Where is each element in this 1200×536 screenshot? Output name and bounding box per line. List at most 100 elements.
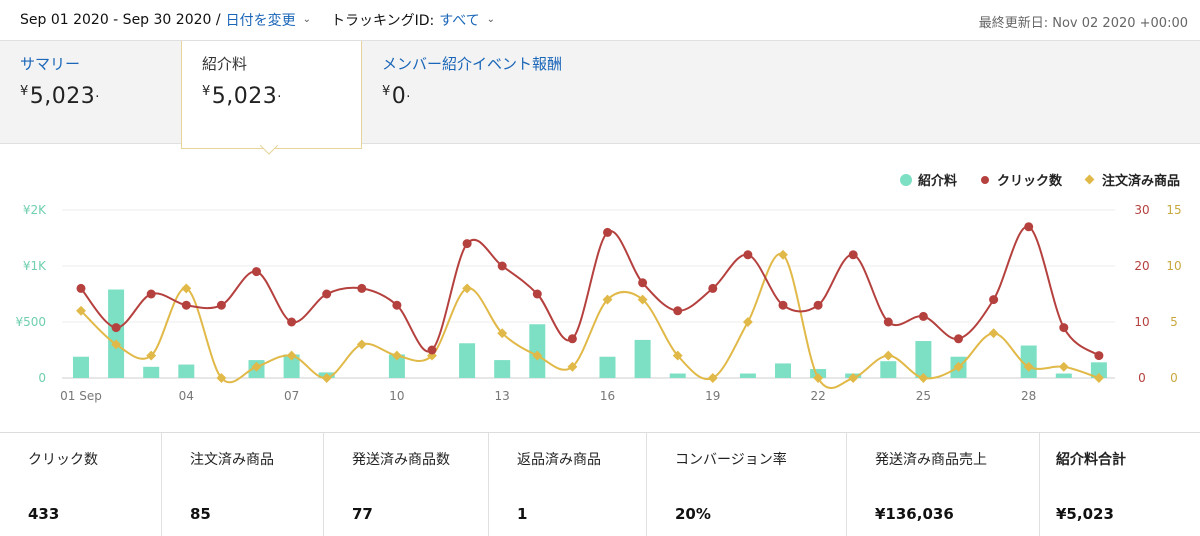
stats-footer: クリック数 433 注文済み商品 85 発送済み商品数 77 返品済み商品 1 … [0, 432, 1200, 536]
tracking-id-label: トラッキングID: [330, 13, 435, 29]
stat-value: 77 [352, 505, 373, 523]
stat-label: コンバージョン率 [675, 452, 787, 468]
clicks-point [287, 317, 297, 327]
tab-summary-value: ¥5,023· [20, 84, 100, 109]
x-axis-tick: 04 [179, 389, 194, 403]
y-axis-clicks-tick: 10 [1134, 315, 1149, 329]
stat-returned-items: 返品済み商品 1 [489, 433, 647, 536]
clicks-point [111, 323, 121, 333]
clicks-point [497, 261, 507, 271]
clicks-point [638, 278, 648, 288]
x-axis-tick: 07 [284, 389, 299, 403]
referral-fee-bar [178, 364, 195, 378]
stat-shipped-revenue: 発送済み商品売上 ¥136,036 [847, 433, 1040, 536]
x-axis-tick: 28 [1021, 389, 1036, 403]
ordered-items-line [80, 252, 1100, 389]
ordered-items-point [742, 317, 753, 327]
tab-summary[interactable]: サマリー ¥5,023· [0, 41, 180, 145]
clicks-point [673, 306, 683, 316]
clicks-point [252, 267, 261, 277]
referral-fee-bar [880, 361, 897, 378]
clicks-point [462, 239, 472, 249]
clicks-point [989, 295, 999, 305]
chevron-down-icon[interactable]: ⌄ [303, 14, 311, 25]
referral-fee-bar [108, 289, 125, 378]
ordered-items-point [356, 339, 367, 350]
y-axis-left-tick: ¥500 [15, 315, 46, 329]
tab-member-referral-bonus-value: ¥0· [382, 84, 411, 109]
clicks-point [567, 334, 577, 344]
referral-fee-bar [634, 339, 651, 378]
clicks-point [357, 283, 367, 293]
y-axis-clicks-tick: 30 [1134, 203, 1149, 217]
clicks-point [76, 283, 86, 293]
stat-value: ¥5,023 [1056, 505, 1114, 523]
clicks-point [848, 250, 858, 260]
stat-label: 発送済み商品売上 [875, 452, 987, 468]
stat-conversion-rate: コンバージョン率 20% [647, 433, 847, 536]
clicks-point [1094, 351, 1104, 361]
tab-member-referral-bonus-label: メンバー紹介イベント報酬 [382, 55, 563, 73]
tab-member-referral-bonus[interactable]: メンバー紹介イベント報酬 ¥0· [362, 41, 622, 145]
earnings-tabs: サマリー ¥5,023· 紹介料 ¥5,023· メンバー紹介イベント報酬 ¥0… [0, 40, 1200, 149]
top-bar: Sep 01 2020 - Sep 30 2020 / 日付を変更 ⌄ トラッキ… [0, 0, 1200, 40]
x-axis-tick: 19 [705, 389, 720, 403]
y-axis-left-tick: ¥1K [23, 259, 47, 273]
clicks-point [1059, 323, 1069, 333]
y-axis-clicks-tick: 20 [1134, 259, 1149, 273]
stat-value: 1 [517, 505, 528, 523]
change-date-link[interactable]: 日付を変更 [226, 10, 296, 30]
clicks-point [392, 300, 402, 310]
clicks-point [532, 289, 542, 299]
clicks-point [181, 300, 191, 310]
referral-fee-bar [494, 360, 511, 378]
clicks-point [918, 311, 928, 321]
y-axis-orders-tick: 10 [1166, 259, 1181, 273]
clicks-point [883, 317, 893, 327]
stat-label: 注文済み商品 [190, 452, 274, 468]
clicks-point [813, 300, 823, 310]
last-updated: 最終更新日: Nov 02 2020 +00:00 [978, 16, 1188, 31]
tab-referral-fee-value: ¥5,023· [202, 84, 282, 109]
referral-fee-bar [775, 363, 791, 378]
x-axis-tick: 01 Sep [60, 389, 102, 403]
date-range: Sep 01 2020 - Sep 30 2020 / [20, 12, 221, 28]
stat-clicks: クリック数 433 [0, 433, 162, 536]
referral-fee-bar [599, 356, 616, 378]
tab-referral-fee-label: 紹介料 [202, 55, 248, 73]
stat-value: ¥136,036 [875, 505, 954, 523]
referral-fee-bar [915, 341, 932, 378]
referral-fee-bar [739, 373, 756, 378]
stat-value: 433 [28, 505, 60, 523]
stat-ordered-items: 注文済み商品 85 [162, 433, 324, 536]
clicks-point [778, 300, 788, 310]
y-axis-orders-tick: 5 [1170, 315, 1178, 329]
clicks-point [708, 283, 718, 293]
tab-referral-fee[interactable]: 紹介料 ¥5,023· [181, 41, 362, 149]
earnings-chart: 0 ¥500 ¥1K ¥2K 0 10 20 30 0 5 10 15 01 Sep 04 07 10 13 16… [15, 203, 1181, 403]
referral-fee-bar [459, 343, 476, 378]
clicks-point [743, 250, 753, 260]
stat-label: 発送済み商品数 [352, 452, 450, 468]
y-axis-clicks-tick: 0 [1138, 371, 1146, 385]
chevron-down-icon[interactable]: ⌄ [487, 14, 495, 25]
clicks-point [603, 227, 612, 237]
x-axis-tick: 22 [810, 389, 825, 403]
tracking-id-dropdown[interactable]: すべて [439, 10, 479, 30]
referral-fee-bar [73, 356, 89, 378]
y-axis-left-tick: ¥2K [23, 203, 47, 217]
y-axis-left-tick: 0 [38, 371, 46, 385]
stat-value: 85 [190, 505, 211, 523]
y-axis-orders-tick: 0 [1170, 371, 1178, 385]
referral-fee-bar [1055, 373, 1072, 378]
stat-label: 返品済み商品 [517, 452, 601, 468]
ordered-items-point [883, 350, 894, 361]
y-axis-orders-tick: 15 [1166, 203, 1181, 217]
stat-value: 20% [675, 505, 711, 523]
clicks-point [146, 289, 156, 299]
x-axis-tick: 13 [495, 389, 510, 403]
stat-total-referral-fee: 紹介料合計 ¥5,023 [1040, 433, 1200, 536]
referral-fee-bar [669, 373, 686, 378]
x-axis-tick: 25 [916, 389, 931, 403]
tab-summary-label: サマリー [20, 55, 81, 73]
